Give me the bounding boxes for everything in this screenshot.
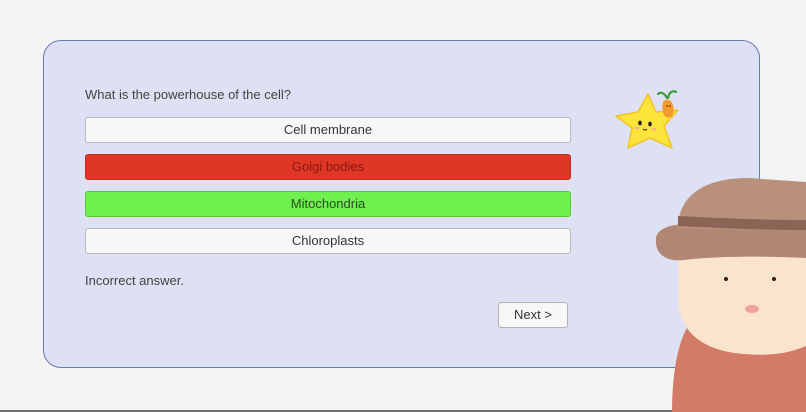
hat-character-icon: [655, 178, 806, 412]
question-text: What is the powerhouse of the cell?: [85, 87, 291, 102]
star-mascot-icon: [615, 90, 679, 149]
answer-button-golgi-bodies[interactable]: Golgi bodies: [85, 154, 571, 180]
answer-button-mitochondria[interactable]: Mitochondria: [85, 191, 571, 217]
answer-button-cell-membrane[interactable]: Cell membrane: [85, 117, 571, 143]
next-button[interactable]: Next >: [498, 302, 568, 328]
feedback-text: Incorrect answer.: [85, 273, 184, 288]
answer-button-chloroplasts[interactable]: Chloroplasts: [85, 228, 571, 254]
